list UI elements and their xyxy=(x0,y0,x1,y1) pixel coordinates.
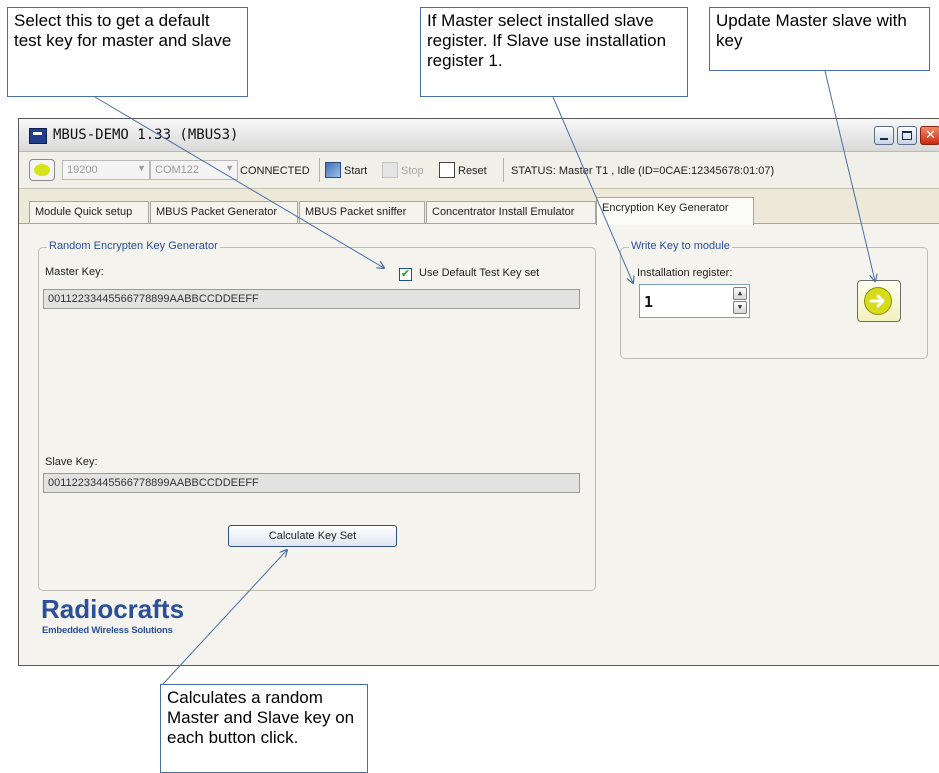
key-generator-group-title: Random Encrypten Key Generator xyxy=(47,240,220,252)
reset-button[interactable]: Reset xyxy=(458,165,487,177)
tab-mbus-packet-sniffer[interactable]: MBUS Packet sniffer xyxy=(299,201,425,223)
com-port-value: COM122 xyxy=(155,164,200,176)
tab-mbus-packet-generator[interactable]: MBUS Packet Generator xyxy=(150,201,298,223)
use-default-key-label: Use Default Test Key set xyxy=(419,267,540,279)
maximize-icon xyxy=(902,131,912,140)
callout-install-register: If Master select installed slave registe… xyxy=(420,7,688,97)
toolbar-divider xyxy=(319,158,320,182)
use-default-key-checkbox[interactable]: ✔ xyxy=(399,268,412,281)
start-button[interactable]: Start xyxy=(344,165,367,177)
close-button[interactable]: ✕ xyxy=(920,126,939,145)
slave-key-label: Slave Key: xyxy=(45,456,98,468)
encryption-key-generator-page: Random Encrypten Key Generator Master Ke… xyxy=(19,224,939,665)
connection-led-icon[interactable] xyxy=(29,159,55,181)
app-icon xyxy=(29,128,47,144)
start-icon xyxy=(325,162,341,178)
close-icon: ✕ xyxy=(925,128,936,143)
stop-icon xyxy=(382,162,398,178)
slave-key-field[interactable]: 00112233445566778899AABBCCDDEEFF xyxy=(43,473,580,493)
minimize-button[interactable] xyxy=(874,126,894,145)
app-window: MBUS-DEMO 1.33 (MBUS3) ✕ 19200 ▼ COM122 … xyxy=(18,118,939,666)
stop-button[interactable]: Stop xyxy=(401,165,424,177)
radiocrafts-logo: Radiocrafts xyxy=(41,594,185,624)
callout-calculate: Calculates a random Master and Slave key… xyxy=(160,684,368,773)
reset-icon xyxy=(439,162,455,178)
baud-rate-select[interactable]: 19200 ▼ xyxy=(62,160,150,180)
calculate-key-set-button[interactable]: Calculate Key Set xyxy=(228,525,397,547)
tab-concentrator-install-emulator[interactable]: Concentrator Install Emulator xyxy=(426,201,596,223)
write-key-button[interactable] xyxy=(857,280,901,322)
minimize-icon xyxy=(880,138,888,140)
callout-default-key: Select this to get a default test key fo… xyxy=(7,7,248,97)
spin-up-icon[interactable]: ▲ xyxy=(733,287,747,300)
tab-encryption-key-generator[interactable]: Encryption Key Generator xyxy=(596,197,754,225)
write-key-group-title: Write Key to module xyxy=(629,240,732,252)
status-text: STATUS: Master T1 , Idle (ID=0CAE:123456… xyxy=(511,165,775,177)
title-bar: MBUS-DEMO 1.33 (MBUS3) ✕ xyxy=(19,119,939,152)
arrow-right-circle-icon xyxy=(864,287,892,315)
com-port-select[interactable]: COM122 ▼ xyxy=(150,160,238,180)
spin-down-icon[interactable]: ▼ xyxy=(733,301,747,314)
chevron-down-icon: ▼ xyxy=(225,163,234,173)
master-key-label: Master Key: xyxy=(45,266,104,278)
master-key-field[interactable]: 00112233445566778899AABBCCDDEEFF xyxy=(43,289,580,309)
chevron-down-icon: ▼ xyxy=(137,163,146,173)
installation-register-label: Installation register: xyxy=(637,267,733,279)
tab-module-quick-setup[interactable]: Module Quick setup xyxy=(29,201,149,223)
radiocrafts-tagline: Embedded Wireless Solutions xyxy=(42,625,173,636)
connection-status: CONNECTED xyxy=(240,165,310,177)
toolbar-divider xyxy=(503,158,504,182)
window-title: MBUS-DEMO 1.33 (MBUS3) xyxy=(53,127,239,143)
installation-register-spinner[interactable]: 1 ▲ ▼ xyxy=(639,284,750,318)
maximize-button[interactable] xyxy=(897,126,917,145)
toolbar: 19200 ▼ COM122 ▼ CONNECTED Start Stop Re… xyxy=(19,152,939,189)
callout-update-master: Update Master slave with key xyxy=(709,7,930,71)
installation-register-value: 1 xyxy=(644,293,654,311)
baud-rate-value: 19200 xyxy=(67,164,98,176)
